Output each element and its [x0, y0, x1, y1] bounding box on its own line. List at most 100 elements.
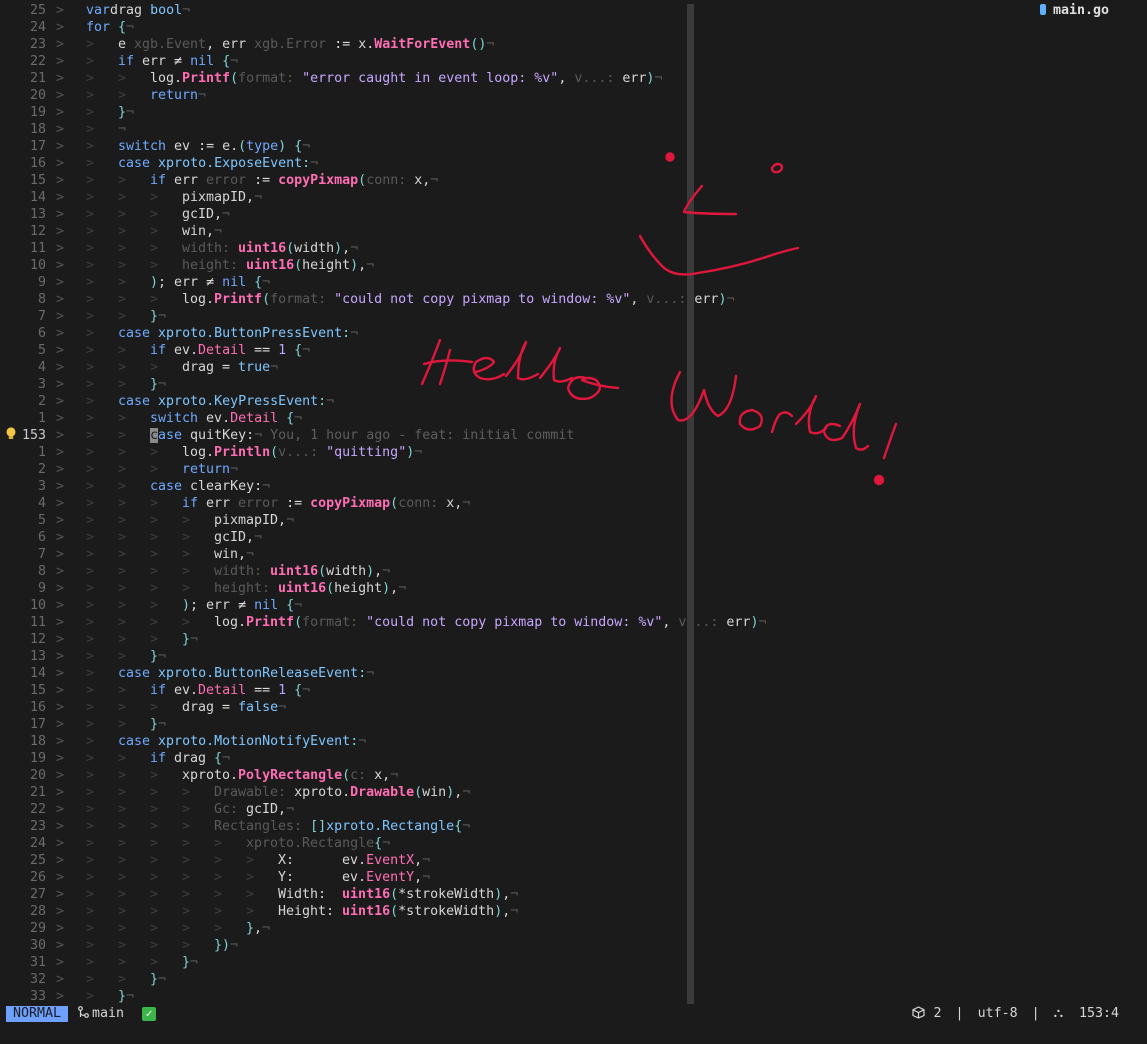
code-line[interactable]: 21 > > > log.Printf(format: "error caught in… — [0, 70, 1147, 87]
code-line[interactable]: 24 > for {¬ — [0, 19, 1147, 36]
code-line[interactable]: 20 > > > return¬ — [0, 87, 1147, 104]
code-line[interactable]: 5 > > > > > pixmapID,¬ — [0, 512, 1147, 529]
code-line[interactable]: 8 > > > > > width: uint16(width),¬ — [0, 563, 1147, 580]
code-line[interactable]: 3 > > >}¬ — [0, 376, 1147, 393]
code-text[interactable]: log.Printf(format: "could not copy pixma… — [214, 614, 766, 631]
code-line[interactable]: 15 > > > if ev.Detail == 1 {¬ — [0, 682, 1147, 699]
code-text[interactable]: log.Printf(format: "could not copy pixma… — [182, 291, 734, 308]
code-text[interactable]: if err ≠ nil {¬ — [118, 53, 238, 70]
code-text[interactable]: width: uint16(width),¬ — [214, 563, 390, 580]
code-line[interactable]: 18 > > ¬ — [0, 121, 1147, 138]
code-line[interactable]: 27 > > > > > > > Width: uint16(*strokeWidth),¬ — [0, 886, 1147, 903]
code-text[interactable]: for {¬ — [86, 19, 134, 36]
code-line[interactable]: 33 > >}¬ — [0, 988, 1147, 1005]
code-text[interactable]: if ev.Detail == 1 {¬ — [150, 342, 310, 359]
code-text[interactable]: case clearKey:¬ — [150, 478, 270, 495]
code-text[interactable]: }¬ — [150, 376, 166, 393]
code-text[interactable]: }¬ — [182, 631, 198, 648]
code-text[interactable]: case xproto.MotionNotifyEvent:¬ — [118, 733, 366, 750]
code-line[interactable]: 13 > > >}¬ — [0, 648, 1147, 665]
code-line[interactable]: 5 > > > if ev.Detail == 1 {¬ — [0, 342, 1147, 359]
code-line[interactable]: 12 > > > > win,¬ — [0, 223, 1147, 240]
code-line[interactable]: 1 > > > > log.Println(v...: "quitting")¬ — [0, 444, 1147, 461]
code-line[interactable]: 2 > > > > return¬ — [0, 461, 1147, 478]
code-line[interactable]: 9 > > >); err ≠ nil {¬ — [0, 274, 1147, 291]
code-line[interactable]: 17 > > switch ev := e.(type) {¬ — [0, 138, 1147, 155]
code-line[interactable]: 6 > > > > > gcID,¬ — [0, 529, 1147, 546]
code-text[interactable]: }¬ — [150, 648, 166, 665]
code-text[interactable]: Y: ev.EventY,¬ — [278, 869, 430, 886]
code-line[interactable]: 8 > > > > log.Printf(format: "could not copy … — [0, 291, 1147, 308]
code-line[interactable]: 11 > > > > > log.Printf(format: "could not cop… — [0, 614, 1147, 631]
code-line[interactable]: 16 > > case xproto.ExposeEvent:¬ — [0, 155, 1147, 172]
code-text[interactable]: case quitKey:¬ You, 1 hour ago - feat: i… — [150, 427, 574, 444]
code-line[interactable]: 31 > > > >}¬ — [0, 954, 1147, 971]
code-text[interactable]: if ev.Detail == 1 {¬ — [150, 682, 310, 699]
code-text[interactable]: switch ev.Detail {¬ — [150, 410, 302, 427]
code-line[interactable]: 25 > vardrag bool¬ — [0, 2, 1147, 19]
code-line[interactable]: 32 > > >}¬ — [0, 971, 1147, 988]
code-text[interactable]: gcID,¬ — [182, 206, 230, 223]
code-text[interactable]: ); err ≠ nil {¬ — [150, 274, 270, 291]
code-text[interactable]: drag = true¬ — [182, 359, 278, 376]
git-branch[interactable]: main — [78, 1005, 124, 1023]
code-line[interactable]: 19 > >}¬ — [0, 104, 1147, 121]
code-text[interactable]: Width: uint16(*strokeWidth),¬ — [278, 886, 518, 903]
code-line[interactable]: 26 > > > > > > > Y: ev.EventY,¬ — [0, 869, 1147, 886]
code-text[interactable]: }¬ — [150, 971, 166, 988]
code-text[interactable]: }¬ — [150, 716, 166, 733]
code-line[interactable]: 19 > > > if drag {¬ — [0, 750, 1147, 767]
code-line[interactable]: 4 > > > > drag = true¬ — [0, 359, 1147, 376]
code-line[interactable]: 1 > > > switch ev.Detail {¬ — [0, 410, 1147, 427]
code-text[interactable]: drag = false¬ — [182, 699, 286, 716]
code-editor[interactable]: 25 > vardrag bool¬ 24 > for {¬ 23 > > e xgb.Event… — [0, 0, 1147, 1005]
code-line[interactable]: 10 > > > > height: uint16(height),¬ — [0, 257, 1147, 274]
code-text[interactable]: ); err ≠ nil {¬ — [182, 597, 302, 614]
code-text[interactable]: log.Println(v...: "quitting")¬ — [182, 444, 422, 461]
code-line[interactable]: 14 > > case xproto.ButtonReleaseEvent:¬ — [0, 665, 1147, 682]
code-line[interactable]: 14 > > > > pixmapID,¬ — [0, 189, 1147, 206]
code-line[interactable]: 22 > > if err ≠ nil {¬ — [0, 53, 1147, 70]
code-text[interactable]: log.Printf(format: "error caught in even… — [150, 70, 662, 87]
code-text[interactable]: case xproto.ExposeEvent:¬ — [118, 155, 318, 172]
code-text[interactable]: case xproto.ButtonReleaseEvent:¬ — [118, 665, 374, 682]
code-text[interactable]: return¬ — [182, 461, 238, 478]
code-text[interactable]: case xproto.KeyPressEvent:¬ — [118, 393, 334, 410]
code-text[interactable]: }¬ — [118, 104, 134, 121]
code-line[interactable]: 2 > > case xproto.KeyPressEvent:¬ — [0, 393, 1147, 410]
code-text[interactable]: pixmapID,¬ — [214, 512, 294, 529]
code-line[interactable]: 22 > > > > > Gc: gcID,¬ — [0, 801, 1147, 818]
code-line[interactable]: 3 > > > case clearKey:¬ — [0, 478, 1147, 495]
code-text[interactable]: if err error := copyPixmap(conn: x,¬ — [182, 495, 470, 512]
code-line[interactable]: 10 > > > >); err ≠ nil {¬ — [0, 597, 1147, 614]
code-text[interactable]: win,¬ — [182, 223, 222, 240]
code-text[interactable]: xproto.Rectangle{¬ — [246, 835, 390, 852]
code-text[interactable]: ¬ — [118, 121, 126, 138]
code-text[interactable]: }¬ — [182, 954, 198, 971]
code-line[interactable]: 7 > > > > > win,¬ — [0, 546, 1147, 563]
code-text[interactable]: Drawable: xproto.Drawable(win),¬ — [214, 784, 470, 801]
code-line[interactable]: 23 > > e xgb.Event, err xgb.Error := x.Wait… — [0, 36, 1147, 53]
code-text[interactable]: Rectangles: []xproto.Rectangle{¬ — [214, 818, 470, 835]
code-text[interactable]: if err error := copyPixmap(conn: x,¬ — [150, 172, 438, 189]
command-line[interactable] — [0, 1023, 1147, 1044]
code-line[interactable]: 18 > > case xproto.MotionNotifyEvent:¬ — [0, 733, 1147, 750]
code-line[interactable]: 11 > > > > width: uint16(width),¬ — [0, 240, 1147, 257]
code-line[interactable]: 24 > > > > > > xproto.Rectangle{¬ — [0, 835, 1147, 852]
code-text[interactable]: Gc: gcID,¬ — [214, 801, 294, 818]
code-line[interactable]: 28 > > > > > > > Height: uint16(*strokeWidth),¬ — [0, 903, 1147, 920]
code-text[interactable]: },¬ — [246, 920, 270, 937]
code-text[interactable]: Height: uint16(*strokeWidth),¬ — [278, 903, 518, 920]
code-line[interactable]: 25 > > > > > > > X: ev.EventX,¬ — [0, 852, 1147, 869]
code-text[interactable]: X: ev.EventX,¬ — [278, 852, 430, 869]
code-text[interactable]: pixmapID,¬ — [182, 189, 262, 206]
code-line[interactable]: 17 > > >}¬ — [0, 716, 1147, 733]
code-line[interactable]: 12 > > > >}¬ — [0, 631, 1147, 648]
code-text[interactable]: height: uint16(height),¬ — [182, 257, 374, 274]
code-line[interactable]: 4 > > > > if err error := copyPixmap(conn: x,… — [0, 495, 1147, 512]
code-text[interactable]: height: uint16(height),¬ — [214, 580, 406, 597]
code-text[interactable]: width: uint16(width),¬ — [182, 240, 358, 257]
code-line[interactable]: 153 > > > case quitKey:¬ You, 1 hour ago - f… — [0, 427, 1147, 444]
code-line[interactable]: 20 > > > > xproto.PolyRectangle(c: x,¬ — [0, 767, 1147, 784]
code-text[interactable]: vardrag bool¬ — [86, 2, 190, 19]
